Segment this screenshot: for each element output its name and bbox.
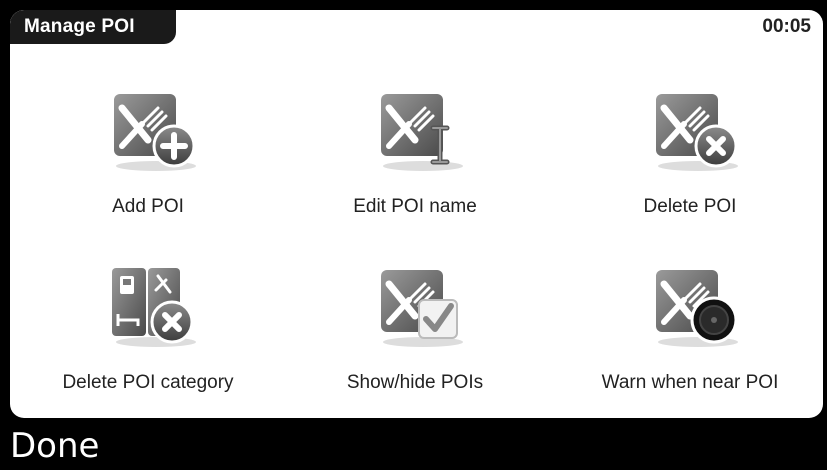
delete-poi-category-icon xyxy=(112,268,196,347)
show-hide-pois-label: Show/hide POIs xyxy=(346,372,484,393)
edit-poi-name-button[interactable]: Edit POI name xyxy=(300,88,530,248)
add-poi-icon xyxy=(114,94,196,171)
add-poi-button[interactable]: Add POI xyxy=(33,88,263,248)
delete-poi-label: Delete POI xyxy=(643,196,737,217)
show-hide-pois-button[interactable]: Show/hide POIs xyxy=(300,264,530,418)
delete-poi-icon xyxy=(656,94,738,171)
footer-bar: Done xyxy=(0,420,827,470)
delete-poi-category-label: Delete POI category xyxy=(62,372,234,393)
warn-near-poi-label: Warn when near POI xyxy=(601,372,779,393)
page-title: Manage POI xyxy=(10,10,176,44)
delete-poi-button[interactable]: Delete POI xyxy=(575,88,805,248)
show-hide-pois-icon xyxy=(381,270,463,347)
add-poi-label: Add POI xyxy=(112,196,184,217)
edit-poi-name-label: Edit POI name xyxy=(353,196,477,217)
done-button[interactable]: Done xyxy=(10,426,99,466)
screen-panel: Manage POI 00:05 Add POI Edit POI name D… xyxy=(10,10,823,418)
clock: 00:05 xyxy=(762,16,811,37)
warn-near-poi-icon xyxy=(656,270,738,347)
edit-poi-name-icon xyxy=(381,94,463,171)
warn-near-poi-button[interactable]: Warn when near POI xyxy=(575,264,805,418)
delete-poi-category-button[interactable]: Delete POI category xyxy=(33,264,263,418)
